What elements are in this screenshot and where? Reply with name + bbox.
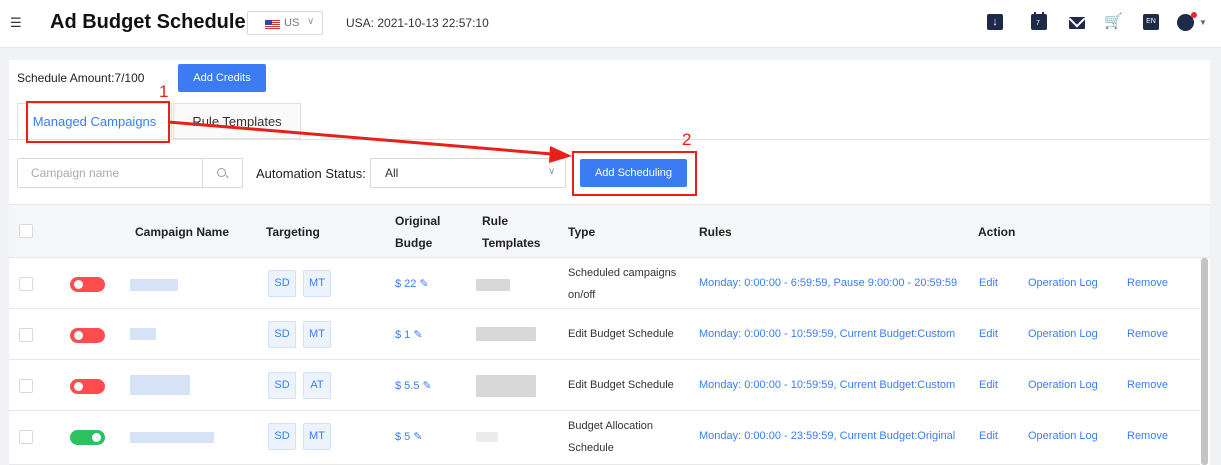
campaign-name-redacted[interactable] <box>130 432 214 443</box>
operation-log-link[interactable]: Operation Log <box>1028 277 1098 289</box>
rules-summary[interactable]: Monday: 0:00:00 - 23:59:59, Current Budg… <box>699 430 971 442</box>
status-toggle[interactable] <box>70 277 105 292</box>
edit-pencil-icon[interactable]: ✎ <box>423 380 432 392</box>
col-rule-templates-line2: Templates <box>482 236 541 250</box>
table-row: SD MT $ 22 ✎ Scheduled campaigns on/off … <box>9 258 1200 309</box>
table-scrollbar[interactable] <box>1201 258 1208 465</box>
status-toggle[interactable] <box>70 379 105 394</box>
type-line2: Schedule <box>568 442 614 454</box>
budget-value: $ 5.5 <box>395 380 420 392</box>
table-row: SD AT $ 5.5 ✎ Edit Budget Schedule Monda… <box>9 360 1200 411</box>
table-header: Campaign Name Targeting Original Budge R… <box>9 204 1210 258</box>
original-budget[interactable]: $ 5.5 ✎ <box>395 379 432 392</box>
campaign-name-redacted[interactable] <box>130 375 190 395</box>
type-line1: Edit Budget Schedule <box>568 379 674 391</box>
table-row: SD MT $ 1 ✎ Edit Budget Schedule Monday:… <box>9 309 1200 360</box>
col-rule-templates-line1: Rule <box>482 214 509 228</box>
status-toggle[interactable] <box>70 328 105 343</box>
targeting-tag: MT <box>303 321 331 348</box>
original-budget[interactable]: $ 22 ✎ <box>395 277 429 290</box>
campaign-name-redacted[interactable] <box>130 328 156 340</box>
col-original-budget-line2: Budge <box>395 236 433 250</box>
original-budget[interactable]: $ 5 ✎ <box>395 430 423 443</box>
rules-summary[interactable]: Monday: 0:00:00 - 10:59:59, Current Budg… <box>699 379 971 391</box>
row-checkbox[interactable] <box>19 277 33 291</box>
type-line1: Budget Allocation <box>568 420 654 432</box>
rule-template-redacted <box>476 279 510 291</box>
rules-summary[interactable]: Monday: 0:00:00 - 10:59:59, Current Budg… <box>699 328 971 340</box>
edit-link[interactable]: Edit <box>979 430 998 442</box>
edit-pencil-icon[interactable]: ✎ <box>413 431 422 443</box>
row-checkbox[interactable] <box>19 328 33 342</box>
select-all-checkbox[interactable] <box>19 224 33 238</box>
col-rules: Rules <box>699 225 732 239</box>
row-checkbox[interactable] <box>19 379 33 393</box>
rules-summary[interactable]: Monday: 0:00:00 - 6:59:59, Pause 9:00:00… <box>699 277 971 289</box>
remove-link[interactable]: Remove <box>1127 379 1168 391</box>
col-original-budget-line1: Original <box>395 214 441 228</box>
original-budget[interactable]: $ 1 ✎ <box>395 328 423 341</box>
operation-log-link[interactable]: Operation Log <box>1028 430 1098 442</box>
campaign-name-redacted[interactable] <box>130 279 178 291</box>
targeting-tag: SD <box>268 321 296 348</box>
operation-log-link[interactable]: Operation Log <box>1028 328 1098 340</box>
edit-pencil-icon[interactable]: ✎ <box>419 278 428 290</box>
targeting-tag: AT <box>303 372 331 399</box>
operation-log-link[interactable]: Operation Log <box>1028 379 1098 391</box>
edit-pencil-icon[interactable]: ✎ <box>413 329 422 341</box>
targeting-tag: SD <box>268 270 296 297</box>
targeting-tag: SD <box>268 372 296 399</box>
row-checkbox[interactable] <box>19 430 33 444</box>
col-campaign-name: Campaign Name <box>135 225 230 239</box>
remove-link[interactable]: Remove <box>1127 430 1168 442</box>
budget-value: $ 22 <box>395 278 417 290</box>
targeting-tag: MT <box>303 270 331 297</box>
type-line1: Edit Budget Schedule <box>568 328 674 340</box>
type-line1: Scheduled campaigns <box>568 267 677 279</box>
remove-link[interactable]: Remove <box>1127 328 1168 340</box>
budget-value: $ 1 <box>395 329 411 341</box>
rule-template-redacted <box>476 432 498 442</box>
col-action: Action <box>978 225 1016 239</box>
edit-link[interactable]: Edit <box>979 277 998 289</box>
rule-template-redacted <box>476 327 536 341</box>
targeting-tag: MT <box>303 423 331 450</box>
budget-value: $ 5 <box>395 431 411 443</box>
table-row: SD MT $ 5 ✎ Budget Allocation Schedule M… <box>9 411 1200 465</box>
type-line2: on/off <box>568 289 596 301</box>
targeting-tag: SD <box>268 423 296 450</box>
remove-link[interactable]: Remove <box>1127 277 1168 289</box>
col-targeting: Targeting <box>266 225 320 239</box>
status-toggle[interactable] <box>70 430 105 445</box>
col-type: Type <box>568 225 596 239</box>
edit-link[interactable]: Edit <box>979 328 998 340</box>
edit-link[interactable]: Edit <box>979 379 998 391</box>
rule-template-redacted <box>476 375 536 397</box>
